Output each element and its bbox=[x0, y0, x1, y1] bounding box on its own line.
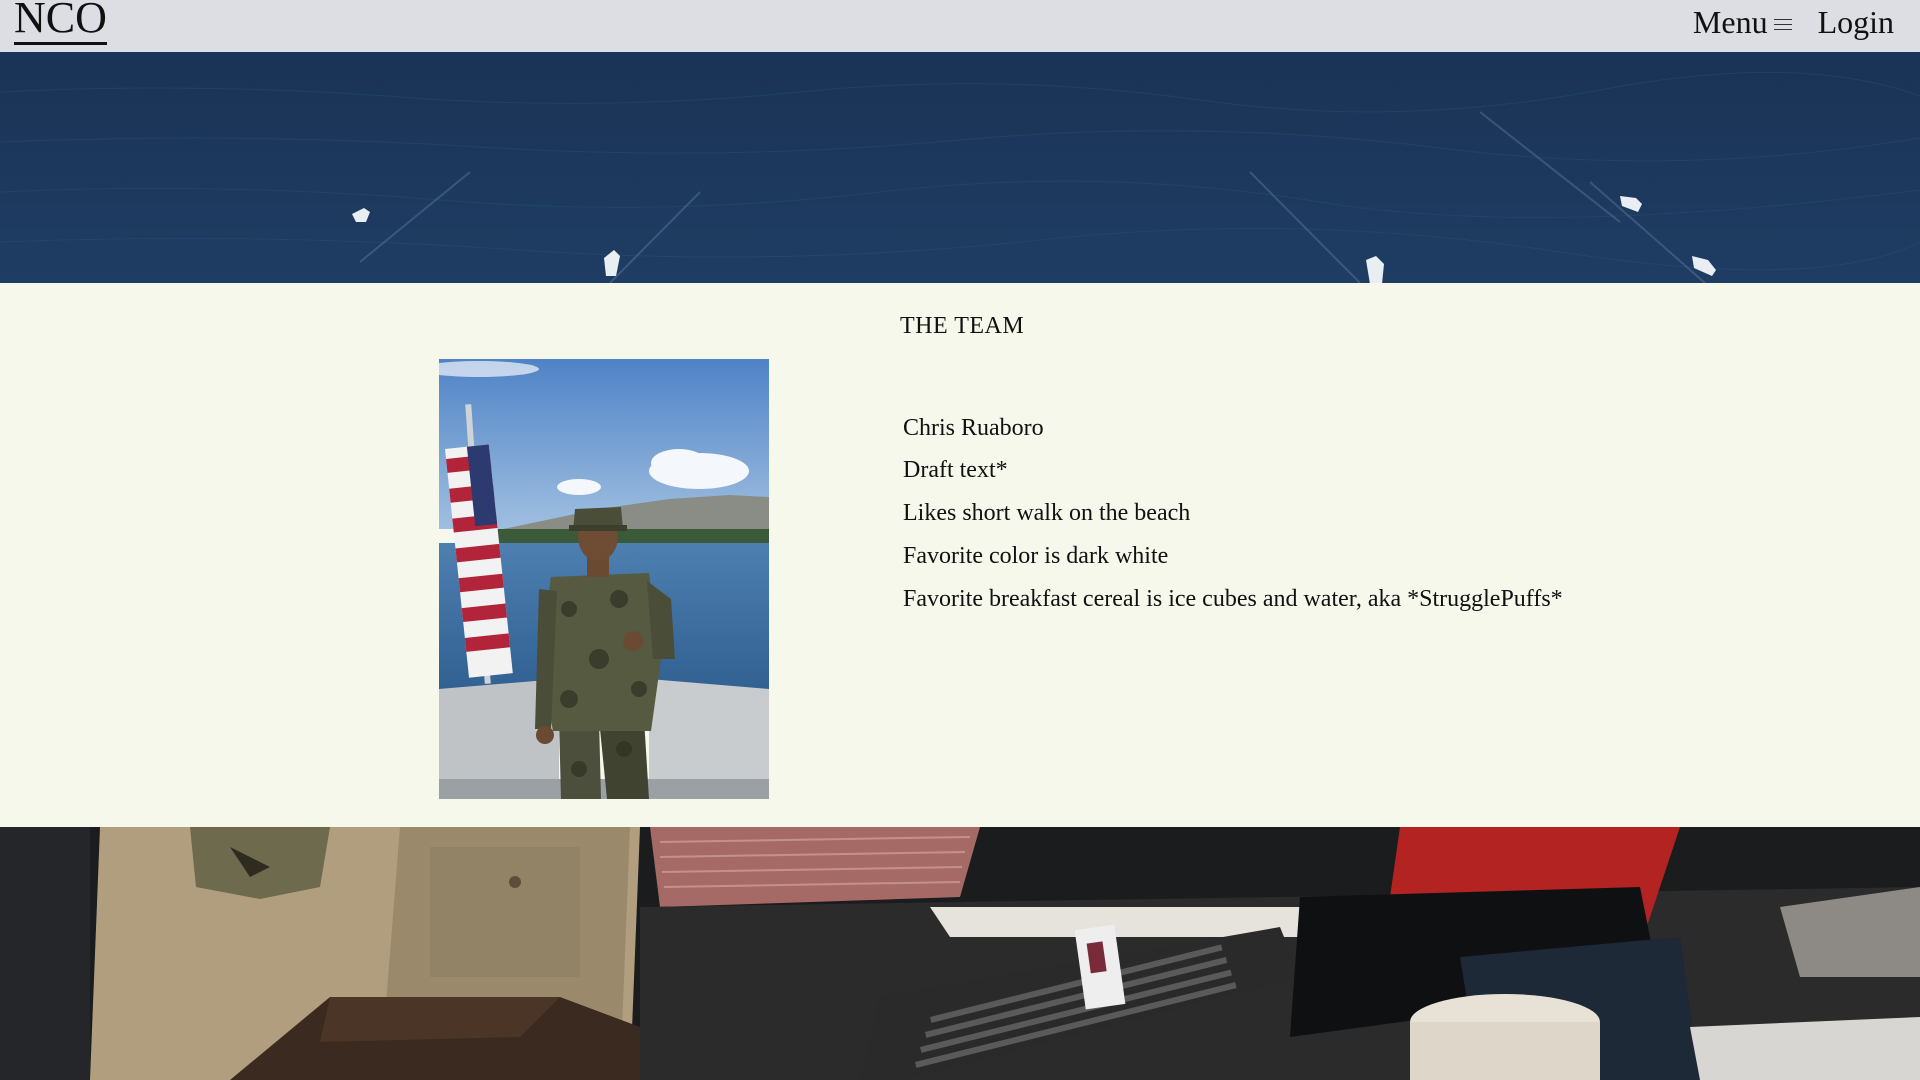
team-section: THE TEAM Chris Ruaboro Draft text* Likes… bbox=[0, 283, 1920, 827]
desk-illustration bbox=[0, 827, 1920, 1080]
hero-image bbox=[0, 52, 1920, 283]
site-logo[interactable]: NCO bbox=[14, 0, 107, 45]
member-bio-line: Likes short walk on the beach bbox=[903, 500, 1191, 526]
hamburger-icon bbox=[1773, 12, 1792, 32]
member-name: Chris Ruaboro bbox=[903, 415, 1044, 441]
top-nav: Menu Login bbox=[1693, 0, 1894, 44]
ocean-illustration bbox=[0, 52, 1920, 283]
marine-photo bbox=[439, 359, 769, 799]
member-photo bbox=[439, 359, 769, 799]
member-bio-line: Draft text* bbox=[903, 457, 1008, 483]
login-link[interactable]: Login bbox=[1818, 4, 1894, 41]
footer-image bbox=[0, 827, 1920, 1080]
section-title: THE TEAM bbox=[900, 313, 1025, 339]
menu-label: Menu bbox=[1692, 3, 1768, 40]
member-bio-line: Favorite breakfast cereal is ice cubes a… bbox=[903, 586, 1563, 612]
member-info: Chris Ruaboro Draft text* Likes short wa… bbox=[903, 413, 1703, 627]
member-bio-line: Favorite color is dark white bbox=[903, 543, 1169, 569]
site-header: NCO Menu Login bbox=[0, 0, 1920, 52]
menu-button[interactable]: Menu bbox=[1693, 4, 1792, 41]
